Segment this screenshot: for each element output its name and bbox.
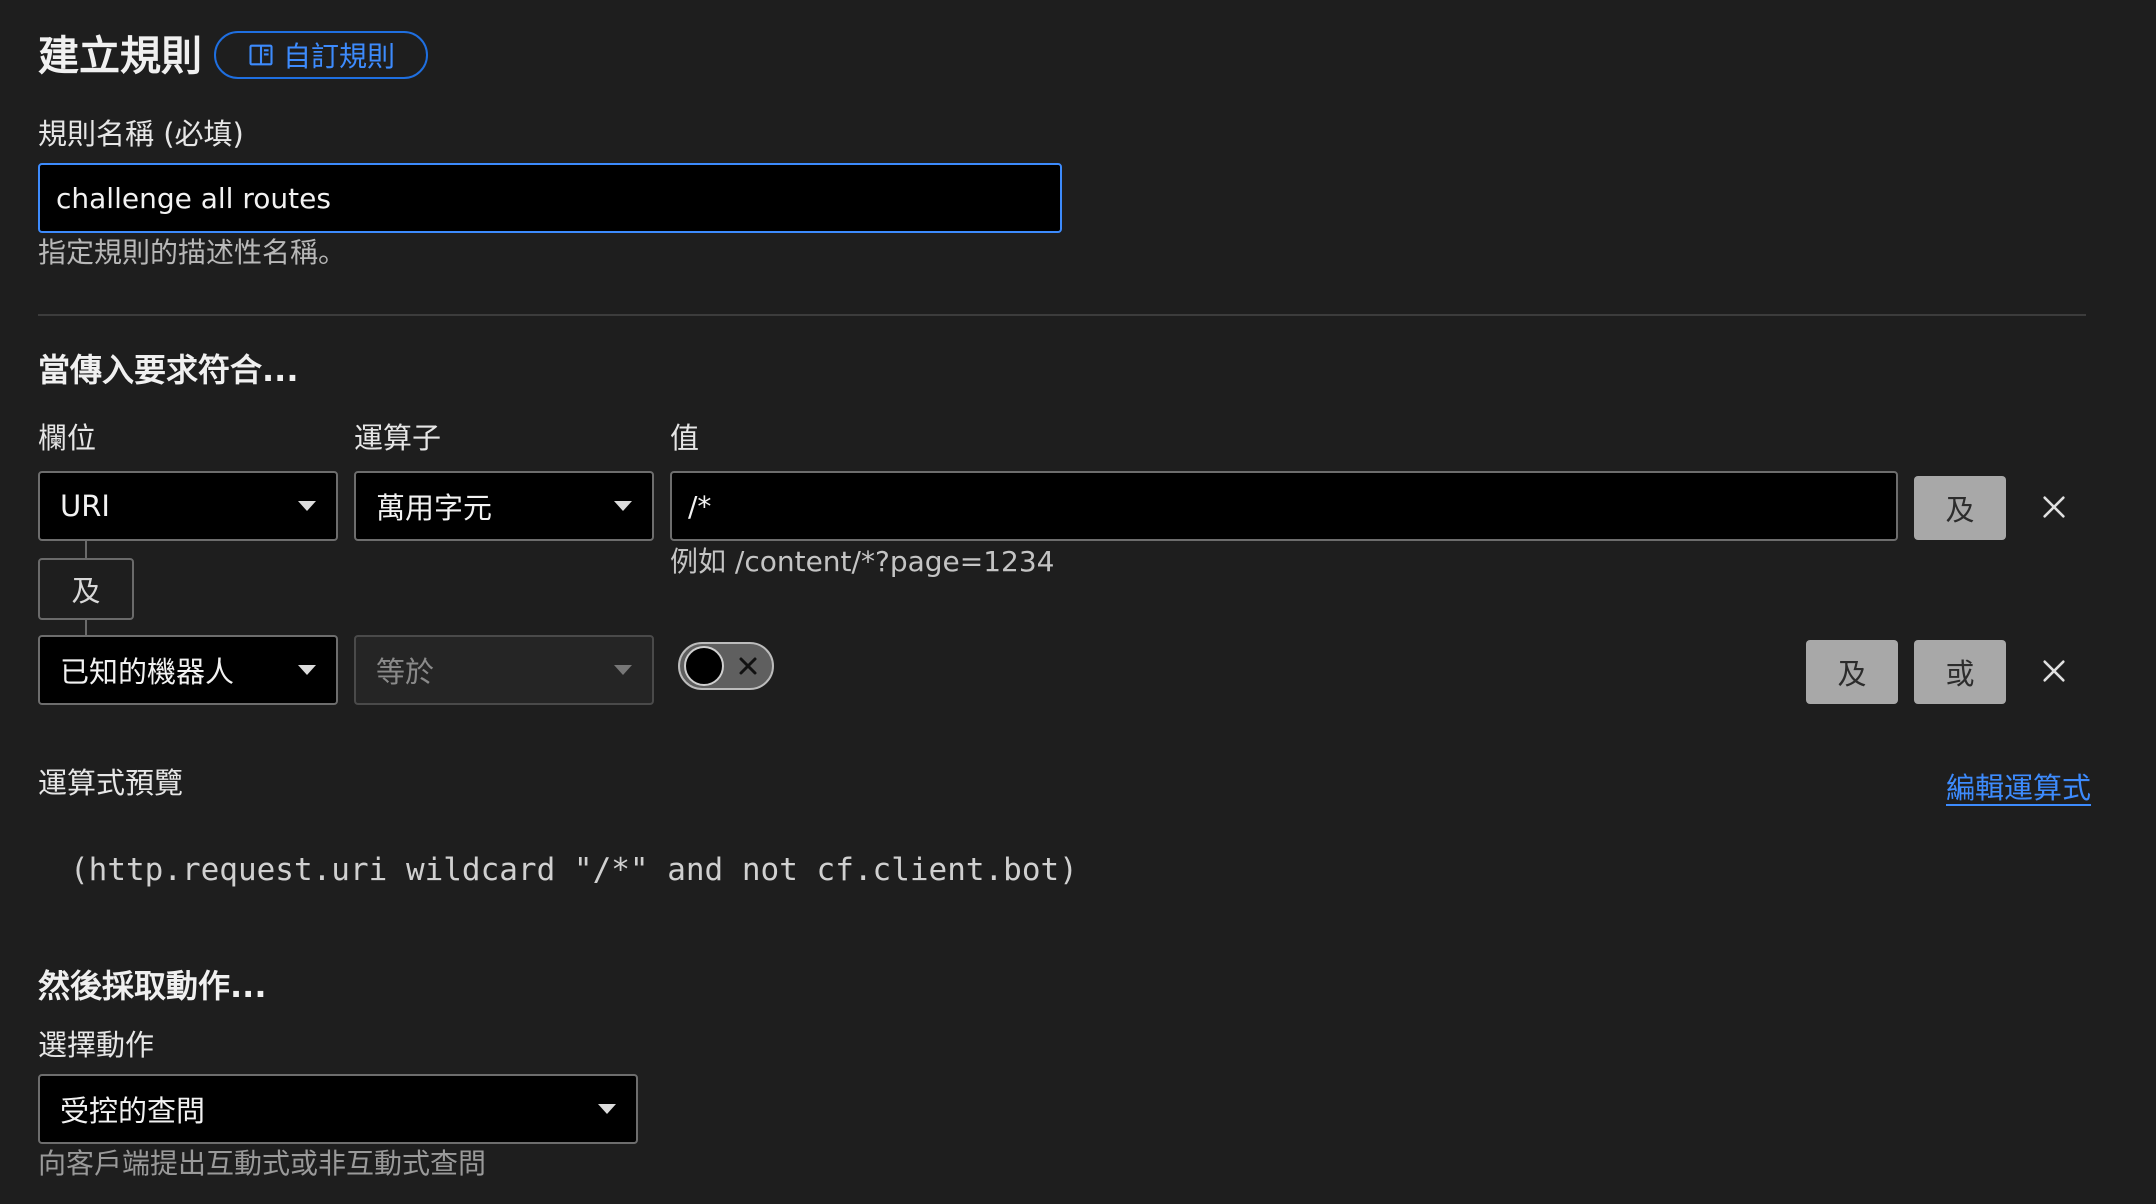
rule-name-value: challenge all routes bbox=[56, 181, 331, 215]
caret-down-icon bbox=[614, 501, 632, 511]
rule-name-input[interactable]: challenge all routes bbox=[38, 163, 1062, 233]
caret-down-icon bbox=[598, 1104, 616, 1114]
operator-select-row1[interactable]: 萬用字元 bbox=[354, 471, 654, 541]
operator-select-row2: 等於 bbox=[354, 635, 654, 705]
custom-rules-doc-link[interactable]: 自訂規則 bbox=[214, 31, 428, 79]
connector-and-button[interactable]: 及 bbox=[38, 558, 134, 620]
caret-down-icon bbox=[298, 665, 316, 675]
create-rule-page: 建立規則 自訂規則 規則名稱 (必填) challenge all routes… bbox=[0, 0, 2156, 1204]
remove-row1-button[interactable] bbox=[2032, 485, 2076, 529]
value-input-row1[interactable]: /* bbox=[670, 471, 1898, 541]
operator-select-row2-value: 等於 bbox=[376, 655, 435, 689]
action-select-value: 受控的查問 bbox=[60, 1094, 206, 1128]
close-icon bbox=[2043, 496, 2065, 518]
expression-preview: (http.request.uri wildcard "/*" and not … bbox=[70, 852, 1078, 888]
operator-select-row1-value: 萬用字元 bbox=[376, 491, 493, 525]
match-section-title: 當傳入要求符合... bbox=[38, 351, 299, 389]
x-icon bbox=[739, 657, 757, 675]
and-button-row1[interactable]: 及 bbox=[1914, 476, 2006, 540]
rule-name-label: 規則名稱 (必填) bbox=[38, 117, 244, 151]
field-select-row1-value: URI bbox=[60, 489, 110, 523]
action-hint: 向客戶端提出互動式或非互動式查問 bbox=[38, 1147, 487, 1180]
value-column-label: 值 bbox=[670, 421, 700, 455]
action-section-title: 然後採取動作... bbox=[38, 967, 267, 1005]
edit-expression-link[interactable]: 編輯運算式 bbox=[1946, 765, 2091, 807]
value-example-hint: 例如 /content/*?page=1234 bbox=[670, 545, 1055, 578]
connector-line-top bbox=[85, 541, 87, 559]
caret-down-icon bbox=[298, 501, 316, 511]
action-select[interactable]: 受控的查問 bbox=[38, 1074, 638, 1144]
field-select-row1[interactable]: URI bbox=[38, 471, 338, 541]
expression-preview-label: 運算式預覽 bbox=[38, 766, 184, 800]
doc-link-label: 自訂規則 bbox=[282, 40, 395, 73]
rule-name-hint: 指定規則的描述性名稱。 bbox=[38, 236, 347, 269]
operator-column-label: 運算子 bbox=[354, 421, 442, 455]
remove-row2-button[interactable] bbox=[2032, 649, 2076, 693]
field-column-label: 欄位 bbox=[38, 421, 97, 455]
known-bots-toggle[interactable] bbox=[678, 642, 774, 690]
or-button-row2[interactable]: 或 bbox=[1914, 640, 2006, 704]
book-icon bbox=[249, 44, 273, 66]
connector-line-bottom bbox=[85, 620, 87, 636]
choose-action-label: 選擇動作 bbox=[38, 1028, 155, 1062]
page-title: 建立規則 bbox=[38, 32, 202, 80]
caret-down-icon bbox=[614, 665, 632, 675]
field-select-row2[interactable]: 已知的機器人 bbox=[38, 635, 338, 705]
toggle-knob bbox=[684, 646, 724, 686]
value-input-row1-value: /* bbox=[688, 489, 712, 523]
section-divider bbox=[38, 314, 2086, 316]
field-select-row2-value: 已知的機器人 bbox=[60, 655, 235, 689]
and-button-row2[interactable]: 及 bbox=[1806, 640, 1898, 704]
close-icon bbox=[2043, 660, 2065, 682]
